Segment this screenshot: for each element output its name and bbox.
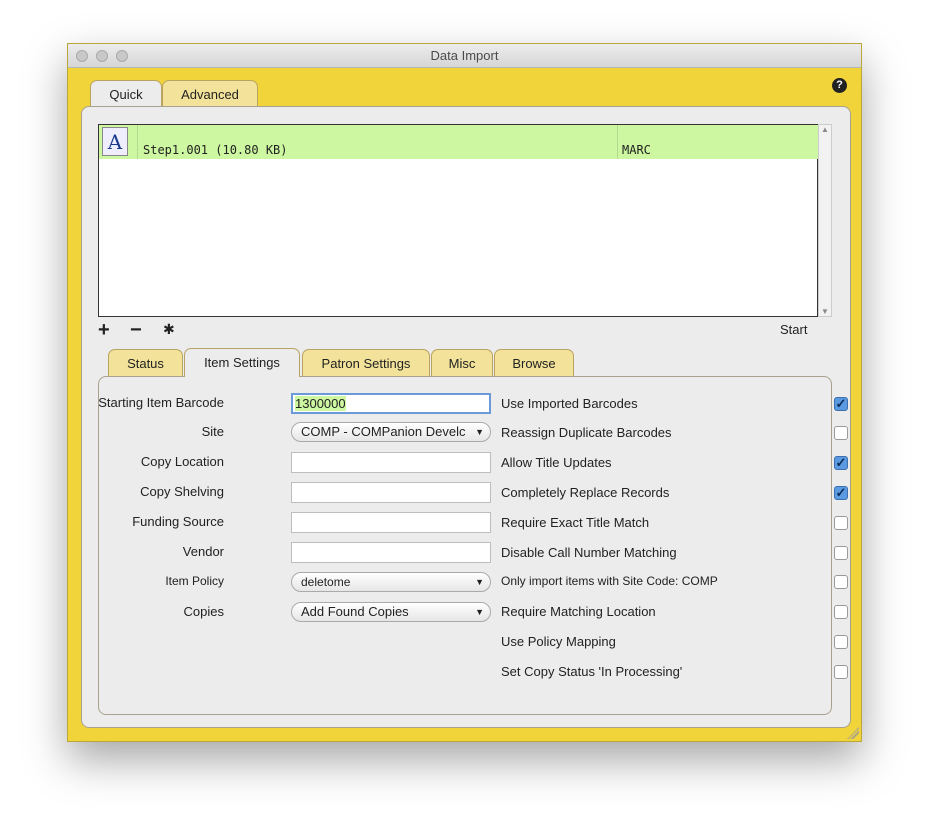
option-label: Require Matching Location (501, 604, 656, 619)
item-policy-select[interactable]: deletome ▼ (291, 572, 491, 592)
list-scrollbar[interactable]: ▲ ▼ (818, 124, 832, 317)
field-label: Item Policy (165, 574, 224, 588)
dropdown-arrow-icon: ▼ (475, 427, 484, 437)
copies-select[interactable]: Add Found Copies ▼ (291, 602, 491, 622)
copies-value: Add Found Copies (301, 604, 409, 619)
field-label: Copies (183, 604, 224, 619)
option-checkbox[interactable]: ✓ (834, 486, 848, 500)
tab-advanced[interactable]: Advanced (162, 80, 258, 107)
help-icon[interactable]: ? (832, 78, 847, 93)
copy-shelving-input[interactable] (291, 482, 491, 503)
option-label: Use Imported Barcodes (501, 396, 638, 411)
field-label: Funding Source (132, 514, 224, 529)
start-button[interactable]: Start (780, 322, 807, 337)
tab-patron-settings[interactable]: Patron Settings (302, 349, 430, 376)
vendor-input[interactable] (291, 542, 491, 563)
tab-browse[interactable]: Browse (494, 349, 574, 376)
item-policy-value: deletome (301, 575, 351, 589)
option-label: Use Policy Mapping (501, 634, 616, 649)
file-row[interactable]: A Step1.001 (10.80 KB) MARC (99, 125, 819, 159)
field-label: Copy Shelving (140, 484, 224, 499)
option-checkbox[interactable] (834, 516, 848, 530)
option-checkbox[interactable] (834, 546, 848, 560)
tab-quick[interactable]: Quick (90, 80, 162, 107)
remove-button[interactable]: − (130, 319, 142, 342)
site-select[interactable]: COMP - COMPanion Develc ▼ (291, 422, 491, 442)
funding-source-input[interactable] (291, 512, 491, 533)
field-label: Starting Item Barcode (98, 395, 224, 410)
option-label: Set Copy Status 'In Processing' (501, 664, 683, 679)
tab-misc[interactable]: Misc (431, 349, 493, 376)
option-checkbox[interactable]: ✓ (834, 397, 848, 411)
option-checkbox[interactable] (834, 575, 848, 589)
marc8-file-icon: A (102, 127, 128, 156)
copy-location-input[interactable] (291, 452, 491, 473)
field-label: Vendor (182, 544, 224, 559)
zoom-button[interactable] (116, 50, 128, 62)
minimize-button[interactable] (96, 50, 108, 62)
file-name: Step1.001 (10.80 KB) (143, 143, 288, 157)
item-settings-panel: Starting Item Barcode 1300000 Site COMP … (98, 376, 848, 715)
option-label: Reassign Duplicate Barcodes (501, 425, 672, 440)
option-checkbox[interactable] (834, 635, 848, 649)
title-bar: Data Import (68, 44, 861, 68)
dropdown-arrow-icon: ▼ (475, 607, 484, 617)
option-label: Completely Replace Records (501, 485, 670, 500)
data-import-window: Data Import ? Quick Advanced A Step1.001… (67, 43, 862, 742)
option-checkbox[interactable] (834, 426, 848, 440)
file-format: MARC (622, 143, 651, 157)
resize-grip-icon[interactable] (847, 727, 859, 739)
site-value: COMP - COMPanion Develc (301, 424, 466, 439)
option-label: Disable Call Number Matching (501, 545, 677, 560)
file-list[interactable]: A Step1.001 (10.80 KB) MARC (98, 124, 819, 317)
field-label: Site (201, 424, 224, 439)
add-button[interactable]: + (98, 319, 110, 342)
option-label: Require Exact Title Match (501, 515, 650, 530)
option-checkbox[interactable] (834, 605, 848, 619)
tab-item-settings[interactable]: Item Settings (184, 348, 300, 377)
window-title: Data Import (430, 48, 499, 63)
option-checkbox[interactable]: ✓ (834, 456, 848, 470)
starting-barcode-input[interactable]: 1300000 (291, 393, 491, 414)
option-checkbox[interactable] (834, 665, 848, 679)
field-label: Copy Location (140, 454, 224, 469)
close-button[interactable] (76, 50, 88, 62)
option-label: Only import items with Site Code: COMP (501, 574, 718, 588)
option-label: Allow Title Updates (501, 455, 612, 470)
barcode-value: 1300000 (295, 396, 346, 411)
tab-status[interactable]: Status (108, 349, 183, 376)
dropdown-arrow-icon: ▼ (475, 577, 484, 587)
gear-icon[interactable]: ✱ (163, 321, 175, 338)
